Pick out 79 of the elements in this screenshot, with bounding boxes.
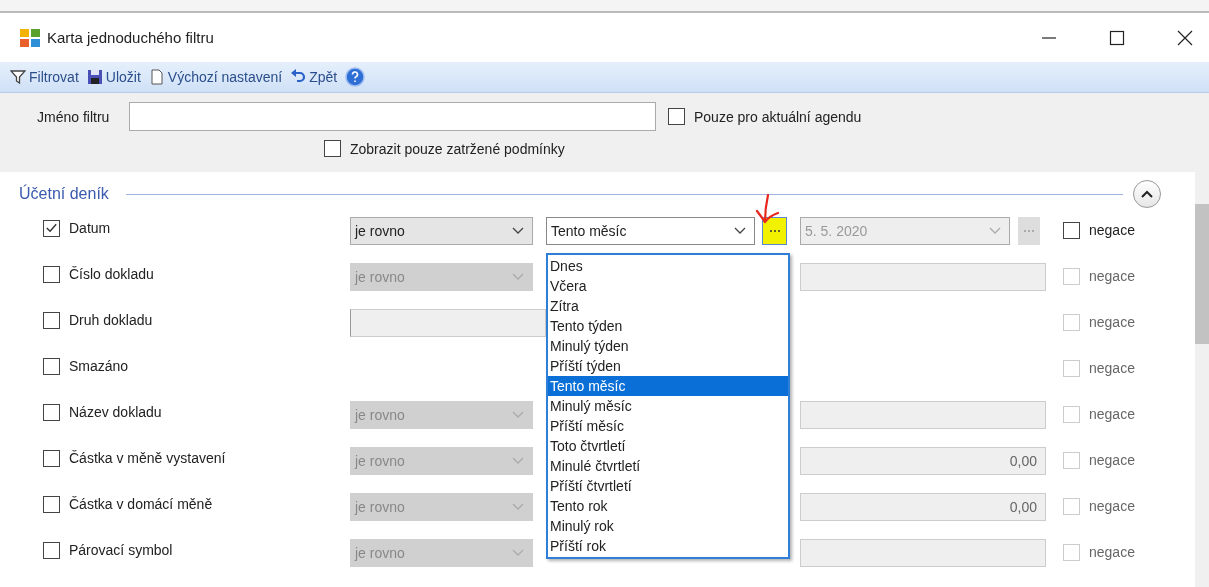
checkbox[interactable] xyxy=(43,219,60,237)
checkbox[interactable] xyxy=(43,311,60,329)
checkbox[interactable] xyxy=(324,140,341,157)
operator-dropdown[interactable]: je rovno xyxy=(350,217,533,245)
checkbox[interactable] xyxy=(43,265,60,283)
annotation-arrow-drawing xyxy=(754,194,780,224)
list-option[interactable]: Příští týden xyxy=(548,356,788,376)
chevron-down-icon xyxy=(989,227,1001,235)
help-icon[interactable] xyxy=(345,67,366,87)
checkbox-label: negace xyxy=(1089,452,1135,468)
ellipsis-button[interactable] xyxy=(762,217,787,245)
checkbox-label: Pouze pro aktuální agendu xyxy=(694,108,862,125)
filter-button[interactable]: Filtrovat xyxy=(10,69,79,85)
condition-label: Smazáno xyxy=(69,358,129,374)
condition-label: Párovací symbol xyxy=(69,542,173,558)
list-option[interactable]: Včera xyxy=(548,276,788,296)
checkbox[interactable] xyxy=(668,108,685,125)
chevron-down-icon xyxy=(512,503,524,511)
checkbox[interactable] xyxy=(1063,221,1080,239)
chevron-down-icon xyxy=(512,411,524,419)
checkbox-label: negace xyxy=(1089,498,1135,514)
condition-label: Částka v měně vystavení xyxy=(69,450,226,466)
list-option[interactable]: Příští čtvrtletí xyxy=(548,476,788,496)
chevron-down-icon xyxy=(512,549,524,557)
list-option[interactable]: Minulý měsíc xyxy=(548,396,788,416)
date-field: 5. 5. 2020 xyxy=(800,217,1010,245)
amount-field: 0,00 xyxy=(800,447,1046,475)
save-button[interactable]: Uložit xyxy=(86,69,141,85)
condition-label: Číslo dokladu xyxy=(69,266,154,282)
checkbox[interactable] xyxy=(43,495,60,513)
condition-label: Druh dokladu xyxy=(69,312,153,328)
checkbox-label: negace xyxy=(1089,544,1135,560)
list-option[interactable]: Toto čtvrtletí xyxy=(548,436,788,456)
list-option[interactable]: Příští rok xyxy=(548,536,788,556)
filter-icon xyxy=(10,69,26,85)
default-button[interactable]: Výchozí nastavení xyxy=(148,69,283,85)
close-icon[interactable] xyxy=(1177,29,1193,46)
document-icon xyxy=(148,69,165,85)
checkbox[interactable] xyxy=(43,403,60,421)
undo-icon xyxy=(290,69,307,85)
window-title: Karta jednoduchého filtru xyxy=(47,29,214,46)
dots-icon xyxy=(1023,229,1035,233)
list-option[interactable]: Minulé čtvrtletí xyxy=(548,456,788,476)
collapse-button[interactable] xyxy=(1132,180,1161,208)
condition-label: Částka v domácí měně xyxy=(69,496,213,512)
checkbox[interactable] xyxy=(43,541,60,559)
dots-icon xyxy=(768,229,781,233)
chevron-down-icon xyxy=(512,273,524,281)
checkbox-label: negace xyxy=(1089,268,1135,284)
list-option[interactable]: Minulý týden xyxy=(548,336,788,356)
maximize-icon[interactable] xyxy=(1109,29,1125,46)
chevron-down-icon xyxy=(512,227,524,235)
checkbox[interactable] xyxy=(43,357,60,375)
condition-label: Název dokladu xyxy=(69,404,162,420)
checkbox-label: negace xyxy=(1089,360,1135,376)
list-option[interactable]: Minulý rok xyxy=(548,516,788,536)
checkbox-label: negace xyxy=(1089,406,1135,422)
list-option[interactable]: Tento týden xyxy=(548,316,788,336)
field-label: Jméno filtru xyxy=(37,108,111,125)
list-option[interactable]: Tento rok xyxy=(548,496,788,516)
app-icon xyxy=(19,27,41,48)
list-option[interactable]: Tento měsíc xyxy=(548,376,788,396)
chevron-up-icon xyxy=(1139,189,1154,199)
condition-label: Datum xyxy=(69,220,111,236)
amount-field: 0,00 xyxy=(800,493,1046,521)
list-option[interactable]: Dnes xyxy=(548,256,788,276)
list-option[interactable]: Příští měsíc xyxy=(548,416,788,436)
filter-name-field[interactable] xyxy=(129,102,656,131)
checkbox[interactable] xyxy=(43,449,60,467)
undo-button[interactable]: Zpět xyxy=(290,69,338,85)
chevron-down-icon xyxy=(734,227,746,235)
period-dropdown[interactable]: Tento měsíc xyxy=(546,217,755,245)
checkbox-label: Zobrazit pouze zatržené podmínky xyxy=(350,140,565,157)
checkbox-label: negace xyxy=(1089,222,1135,238)
chevron-down-icon xyxy=(512,457,524,465)
checkbox-label: negace xyxy=(1089,314,1135,330)
scrollbar[interactable] xyxy=(1195,172,1209,587)
section-title: Účetní deník xyxy=(19,185,109,203)
list-option[interactable]: Zítra xyxy=(548,296,788,316)
